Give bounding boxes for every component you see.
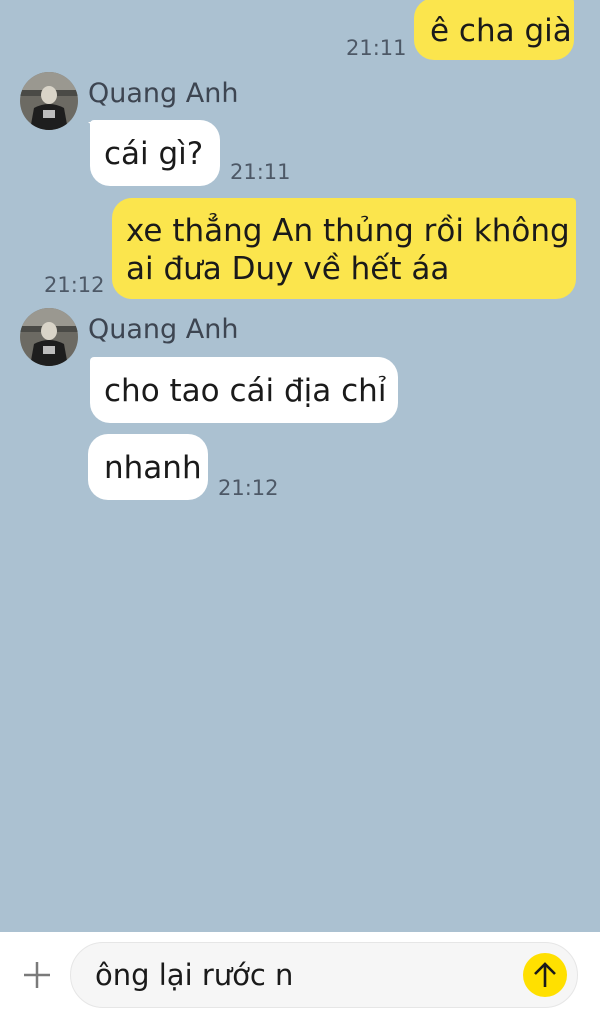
avatar-image xyxy=(20,72,78,130)
message-bubble-received[interactable]: cái gì? xyxy=(90,120,220,186)
message-input-text: ông lại rước n xyxy=(95,958,294,992)
avatar-image xyxy=(20,308,78,366)
message-time: 21:11 xyxy=(230,160,291,184)
message-text: cái gì? xyxy=(104,136,204,172)
message-text: nhanh xyxy=(104,450,202,486)
arrow-up-icon xyxy=(534,962,556,987)
message-bubble-received[interactable]: cho tao cái địa chỉ xyxy=(90,357,398,423)
send-button[interactable] xyxy=(523,953,567,997)
avatar[interactable] xyxy=(20,72,78,130)
message-bubble-sent[interactable]: xe thẳng An thủng rồi không ai đưa Duy v… xyxy=(112,198,576,299)
message-time: 21:11 xyxy=(346,36,407,60)
sender-name: Quang Anh xyxy=(88,314,239,345)
sender-name: Quang Anh xyxy=(88,78,239,109)
message-text: cho tao cái địa chỉ xyxy=(104,373,387,409)
message-input[interactable]: ông lại rước n xyxy=(70,942,578,1008)
plus-icon[interactable] xyxy=(22,960,52,990)
chat-area: 21:11 ê cha già Quang Anh cái gì? 21:11 … xyxy=(0,0,600,932)
message-time: 21:12 xyxy=(44,273,105,297)
message-bubble-sent[interactable]: ê cha già xyxy=(414,0,574,60)
message-text-line: xe thẳng An thủng rồi không xyxy=(126,213,570,249)
message-composer: ông lại rước n xyxy=(0,932,600,1027)
message-bubble-received[interactable]: nhanh xyxy=(88,434,208,500)
message-time: 21:12 xyxy=(218,476,279,500)
message-text-line: ai đưa Duy về hết áa xyxy=(126,251,450,287)
message-text: ê cha già xyxy=(430,13,572,49)
avatar[interactable] xyxy=(20,308,78,366)
